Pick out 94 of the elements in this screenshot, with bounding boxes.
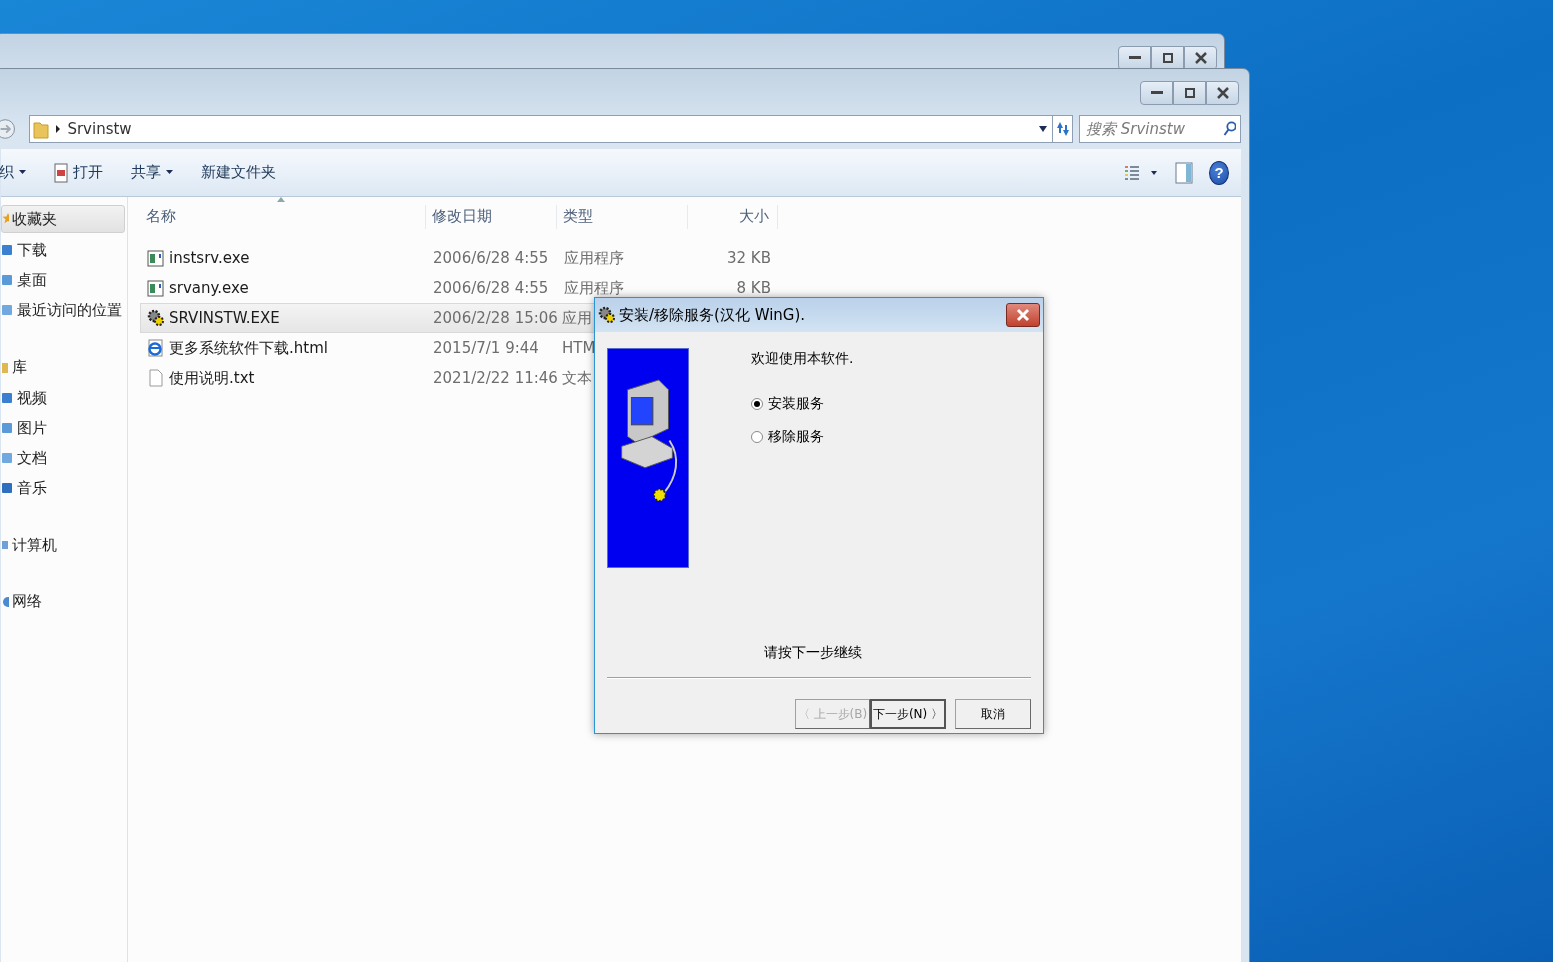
- file-name: 使用说明.txt: [169, 367, 255, 389]
- file-name: 更多系统软件下载.html: [169, 337, 328, 359]
- address-bar[interactable]: Srvinstw: [29, 115, 1054, 143]
- sidebar-icon: [2, 538, 9, 552]
- file-size: 32 KB: [727, 248, 771, 267]
- file-name: srvany.exe: [169, 277, 249, 299]
- toolbar-button[interactable]: 打开: [48, 157, 109, 188]
- file-date: 2006/6/28 4:55: [433, 248, 549, 267]
- search-field[interactable]: 搜索 Srvinstw: [1079, 115, 1241, 143]
- maximize-icon: [1162, 53, 1173, 63]
- maximize-button[interactable]: [1151, 46, 1184, 70]
- sidebar-icon: [2, 272, 14, 288]
- close-button[interactable]: [1206, 81, 1239, 105]
- address-path: Srvinstw: [67, 118, 132, 140]
- file-row[interactable]: srvany.exe 2006/6/28 4:55 应用程序 8 KB: [140, 273, 780, 303]
- file-type: HTM: [562, 338, 596, 357]
- sidebar-header[interactable]: 计算机: [1, 531, 127, 559]
- file-date: 2006/6/28 4:55: [433, 278, 549, 297]
- caret-icon: [19, 170, 26, 175]
- program-icon: [147, 279, 164, 297]
- dropdown-icon[interactable]: [1038, 125, 1049, 133]
- caret-icon: [166, 170, 173, 175]
- refresh-icon: [1054, 120, 1071, 138]
- sidebar-icon: [2, 480, 14, 496]
- toolbar-button[interactable]: 共享: [125, 157, 179, 188]
- wizard-button[interactable]: 取消: [955, 699, 1031, 729]
- file-row[interactable]: 使用说明.txt 2021/2/22 11:46 文本: [140, 363, 685, 393]
- welcome-text: 欢迎使用本软件.: [751, 349, 854, 368]
- file-date: 2021/2/22 11:46: [433, 368, 558, 387]
- file-date: 2006/2/28 15:06: [433, 308, 558, 327]
- radio-button[interactable]: [751, 430, 763, 443]
- sidebar-header[interactable]: 库: [1, 353, 127, 381]
- document-icon: [147, 369, 164, 387]
- sidebar-icon: [2, 212, 9, 226]
- file-row[interactable]: instsrv.exe 2006/6/28 4:55 应用程序 32 KB: [140, 243, 780, 273]
- sidebar-header[interactable]: 网络: [1, 587, 127, 615]
- radio-button[interactable]: [751, 397, 763, 410]
- folder-icon: [33, 119, 50, 139]
- column-header[interactable]: 大小: [688, 205, 778, 229]
- file-type: 文本: [562, 368, 592, 387]
- minimize-button[interactable]: [1118, 46, 1151, 70]
- sidebar-header[interactable]: 收藏夹: [1, 205, 125, 233]
- help-button[interactable]: ?: [1209, 160, 1229, 185]
- gear-icon: [598, 306, 616, 324]
- sidebar-icon: [2, 594, 9, 608]
- sidebar-item[interactable]: 图片: [1, 413, 127, 443]
- sidebar-icon: [2, 360, 9, 374]
- close-icon: [1016, 308, 1030, 322]
- file-name: SRVINSTW.EXE: [169, 307, 280, 329]
- search-icon: [1223, 121, 1236, 137]
- view-options-icon[interactable]: [1125, 164, 1159, 181]
- maximize-button[interactable]: [1173, 81, 1206, 105]
- sidebar-item[interactable]: 视频: [1, 383, 127, 413]
- close-button[interactable]: [1184, 46, 1217, 70]
- minimize-icon: [1128, 56, 1141, 60]
- minimize-button[interactable]: [1140, 81, 1173, 105]
- document-icon: [54, 162, 68, 183]
- file-date: 2015/7/1 9:44: [433, 338, 539, 357]
- sidebar-item[interactable]: 最近访问的位置: [1, 295, 127, 325]
- globe-page-icon: [147, 339, 164, 357]
- column-header[interactable]: 名称: [140, 205, 426, 229]
- sidebar-item[interactable]: 桌面: [1, 265, 127, 295]
- hint-text: 请按下一步继续: [764, 643, 863, 662]
- close-icon: [1194, 52, 1207, 64]
- file-name: instsrv.exe: [169, 247, 250, 269]
- close-icon: [1216, 87, 1229, 99]
- minimize-icon: [1150, 91, 1163, 95]
- column-header[interactable]: 类型: [557, 205, 688, 229]
- file-type: 应用: [562, 308, 592, 327]
- refresh-button[interactable]: [1052, 115, 1073, 143]
- maximize-icon: [1184, 88, 1195, 98]
- file-size: 8 KB: [736, 278, 771, 297]
- toolbar-button[interactable]: 织: [0, 157, 32, 188]
- sidebar-icon: [2, 450, 14, 466]
- program-icon: [147, 249, 164, 267]
- sidebar-icon: [2, 390, 14, 406]
- wizard-button[interactable]: 下一步(N) 〉: [870, 699, 946, 729]
- file-row[interactable]: 更多系统软件下载.html 2015/7/1 9:44 HTM: [140, 333, 685, 363]
- column-header[interactable]: 修改日期: [426, 205, 557, 229]
- file-type: 应用程序: [564, 248, 624, 267]
- sidebar-icon: [2, 420, 14, 436]
- radio-option[interactable]: 移除服务: [751, 426, 824, 447]
- sort-arrow-icon: [277, 197, 285, 202]
- radio-option[interactable]: 安装服务: [751, 393, 824, 414]
- sidebar-item[interactable]: 文档: [1, 443, 127, 473]
- sidebar-icon: [2, 302, 14, 318]
- sidebar-item[interactable]: 下载: [1, 235, 127, 265]
- close-button[interactable]: [1006, 303, 1040, 327]
- file-type: 应用程序: [564, 278, 624, 297]
- sidebar-item[interactable]: 音乐: [1, 473, 127, 503]
- gear-icon: [147, 309, 164, 327]
- chevron-icon: [55, 124, 62, 134]
- toolbar-button[interactable]: 新建文件夹: [195, 157, 282, 188]
- sidebar-icon: [2, 242, 14, 258]
